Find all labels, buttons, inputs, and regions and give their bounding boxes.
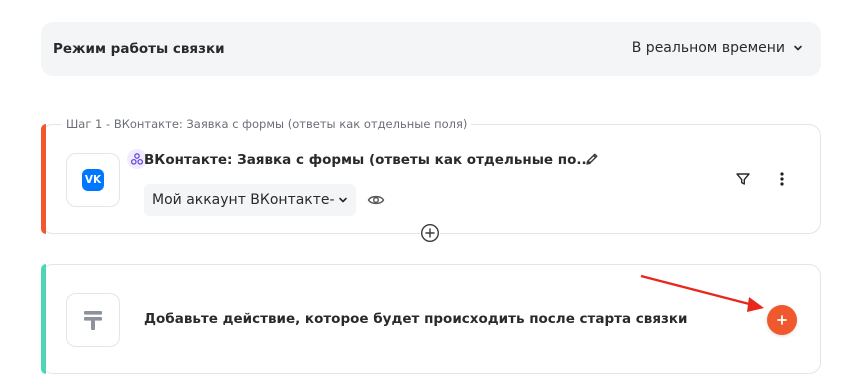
app-icon-box[interactable]: VK <box>66 149 147 207</box>
action-card[interactable]: Добавьте действие, которое будет происхо… <box>41 264 821 374</box>
vk-logo-icon: VK <box>82 169 104 191</box>
action-accent-bar <box>41 264 46 374</box>
plus-icon <box>777 315 787 325</box>
step-title: ВКонтакте: Заявка с формы (ответы как от… <box>144 152 592 168</box>
plus-circle-icon[interactable] <box>420 223 440 243</box>
mode-select[interactable]: В реальном времени <box>632 40 803 56</box>
chevron-down-icon <box>339 197 347 203</box>
mode-bar: Режим работы связки В реальном времени <box>41 22 821 76</box>
mode-title: Режим работы связки <box>53 41 225 57</box>
step-card-1: Шаг 1 - ВКонтакте: Заявка с формы (ответ… <box>41 117 821 234</box>
step-legend: Шаг 1 - ВКонтакте: Заявка с формы (ответ… <box>62 117 472 131</box>
add-action-button[interactable] <box>767 305 797 335</box>
account-select-value: Мой аккаунт ВКонтакте- <box>152 192 335 208</box>
action-prompt-text: Добавьте действие, которое будет происхо… <box>144 311 688 327</box>
chevron-down-icon <box>794 45 802 51</box>
account-select[interactable]: Мой аккаунт ВКонтакте- <box>144 184 356 216</box>
step-accent-bar <box>41 124 46 234</box>
more-vertical-icon[interactable] <box>779 171 785 187</box>
filter-icon[interactable] <box>735 171 751 187</box>
mode-select-value: В реальном времени <box>631 40 785 56</box>
pencil-icon[interactable] <box>584 151 600 167</box>
eye-icon[interactable] <box>367 193 385 207</box>
action-placeholder-icon <box>66 293 120 347</box>
